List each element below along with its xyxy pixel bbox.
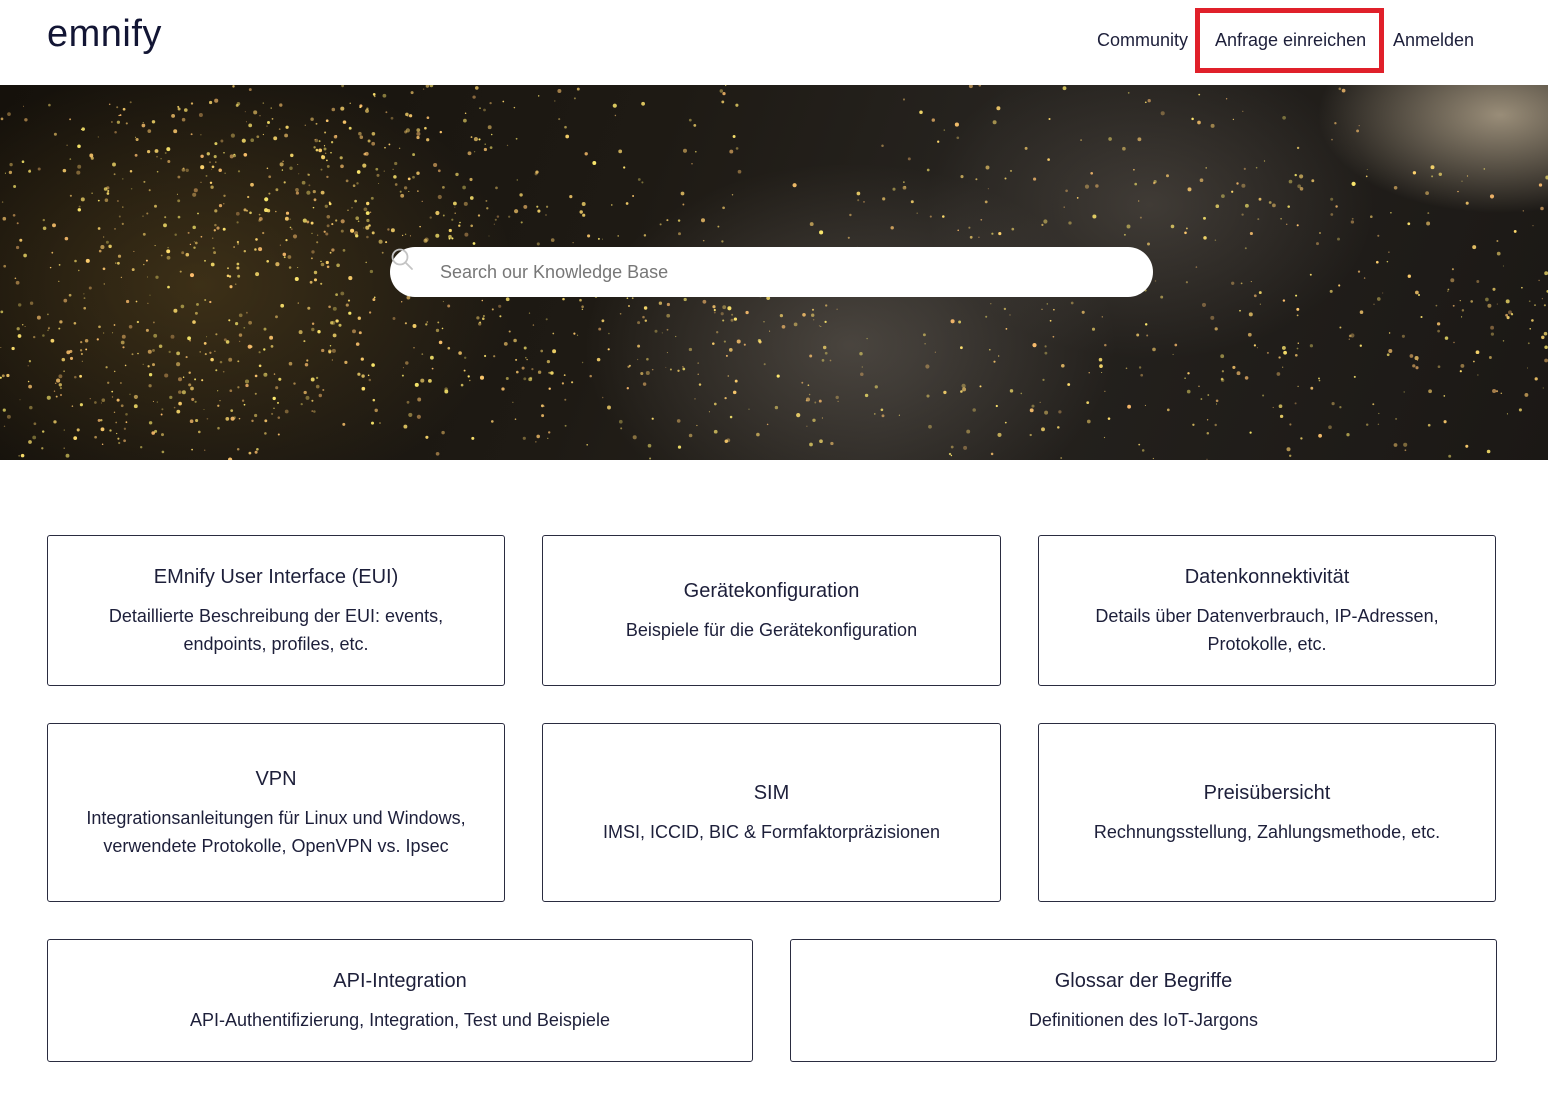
search-bar[interactable] bbox=[390, 247, 1153, 297]
category-title: VPN bbox=[255, 767, 297, 790]
category-description: API-Authentifizierung, Integration, Test… bbox=[190, 1009, 610, 1030]
category-card-sim[interactable]: SIM IMSI, ICCID, BIC & Formfaktorpräzisi… bbox=[542, 723, 1001, 902]
category-title: Preisübersicht bbox=[1203, 781, 1331, 804]
category-card-glossary[interactable]: Glossar der Begriffe Definitionen des Io… bbox=[790, 939, 1497, 1062]
search-input[interactable] bbox=[440, 247, 1130, 297]
category-description: Details über Datenverbrauch, IP-Adressen… bbox=[1095, 605, 1439, 654]
category-description: Beispiele für die Gerätekonfiguration bbox=[625, 619, 918, 640]
category-title: Gerätekonfiguration bbox=[683, 579, 860, 602]
hero-banner bbox=[0, 85, 1548, 460]
site-header: emnify Community Anfrage einreichen Anme… bbox=[0, 0, 1548, 85]
category-title: API-Integration bbox=[333, 969, 467, 992]
nav-login-link[interactable]: Anmelden bbox=[1393, 28, 1474, 52]
category-title: SIM bbox=[753, 781, 790, 804]
category-description: IMSI, ICCID, BIC & Formfaktorpräzisionen bbox=[602, 821, 941, 842]
search-icon bbox=[391, 248, 413, 270]
category-description: Rechnungsstellung, Zahlungsmethode, etc. bbox=[1093, 821, 1441, 842]
category-card-api-integration[interactable]: API-Integration API-Authentifizierung, I… bbox=[47, 939, 753, 1062]
category-card-eui[interactable]: EMnify User Interface (EUI) Detaillierte… bbox=[47, 535, 505, 686]
category-title: EMnify User Interface (EUI) bbox=[153, 565, 399, 588]
category-card-data-connectivity[interactable]: Datenkonnektivität Details über Datenver… bbox=[1038, 535, 1496, 686]
category-card-device-config[interactable]: Gerätekonfiguration Beispiele für die Ge… bbox=[542, 535, 1001, 686]
category-description: Detaillierte Beschreibung der EUI: event… bbox=[108, 605, 444, 654]
emnify-logo[interactable]: emnify bbox=[47, 12, 162, 56]
category-title: Datenkonnektivität bbox=[1184, 565, 1350, 588]
category-card-vpn[interactable]: VPN Integrationsanleitungen für Linux un… bbox=[47, 723, 505, 902]
category-title: Glossar der Begriffe bbox=[1054, 969, 1233, 992]
highlight-annotation-box bbox=[1195, 8, 1384, 73]
category-description: Definitionen des IoT-Jargons bbox=[1028, 1009, 1259, 1030]
category-description: Integrationsanleitungen für Linux und Wi… bbox=[86, 807, 466, 856]
nav-community-link[interactable]: Community bbox=[1097, 28, 1188, 52]
category-card-pricing[interactable]: Preisübersicht Rechnungsstellung, Zahlun… bbox=[1038, 723, 1496, 902]
